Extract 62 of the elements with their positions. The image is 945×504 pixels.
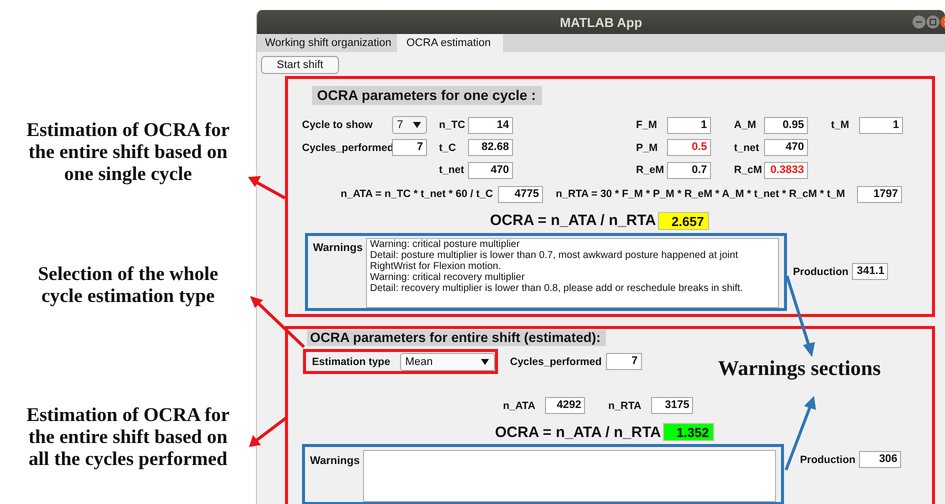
input-field[interactable]: 7 — [606, 353, 642, 370]
minimize-icon[interactable] — [912, 15, 926, 29]
warnings-text-area[interactable] — [363, 450, 776, 502]
field-label: t_net — [439, 164, 466, 176]
tab[interactable]: Working shift organization — [259, 34, 398, 52]
ocra-value: 1.352 — [663, 423, 714, 441]
ocra-value: 2.657 — [658, 212, 709, 230]
input-field[interactable]: 1 — [859, 116, 903, 134]
caret-icon — [413, 122, 421, 128]
field-label: Production — [793, 266, 848, 278]
field-label: t_M — [831, 119, 850, 132]
input-field[interactable]: 0.5 — [667, 139, 711, 156]
cycle-dropdown[interactable]: 7 — [392, 116, 427, 134]
ocra-formula: OCRA = n_ATA / n_RTA — [490, 212, 657, 229]
field-label: t_net — [734, 142, 760, 154]
annotation-caption: Selection of the whole cycle estimation type — [38, 264, 218, 308]
maximize-icon[interactable] — [926, 15, 940, 29]
field-label: A_M — [734, 119, 756, 132]
section-title: OCRA parameters for entire shift (estimated): — [307, 330, 606, 346]
input-field[interactable]: 7 — [392, 139, 427, 156]
input-field[interactable]: 4775 — [498, 186, 543, 202]
input-field[interactable]: 0.3833 — [764, 162, 808, 179]
callout-caption: Warnings sections — [718, 356, 881, 381]
formula-label: n_ATA = n_TC * t_net * 60 / t_C — [340, 188, 493, 200]
estimation-dropdown[interactable]: Mean — [400, 352, 495, 370]
input-field[interactable]: 3175 — [651, 397, 694, 414]
field-label: t_C — [439, 142, 457, 154]
input-field[interactable]: 470 — [764, 139, 808, 156]
warnings-text-area[interactable]: Warning: critical posture multiplier Detail: posture multiplier is lower than 0.7, most awkward posture happened at joint RightWrist for Flexion motion. Warning: critical recovery multiplier Detail: recovery multiplier is lower than 0.8, please add or reschedule breaks in shift. — [366, 238, 779, 308]
ocra-formula: OCRA = n_ATA / n_RTA — [495, 424, 662, 440]
tab[interactable]: OCRA estimation — [397, 34, 503, 52]
formula-label: n_RTA = 30 * F_M * P_M * R_eM * A_M * t_net * R_cM * t_M — [556, 188, 845, 200]
field-label: R_eM — [636, 164, 664, 176]
field-label: R_cM — [734, 164, 762, 176]
input-field[interactable]: 341.1 — [852, 263, 888, 280]
field-label: n_TC — [439, 119, 466, 132]
annotation-caption: Estimation of OCRA for the entire shift based on one single cycle — [26, 120, 230, 186]
field-label: Cycles_performed — [510, 356, 602, 368]
field-label: Production — [800, 454, 856, 466]
warnings-label: Warnings — [313, 242, 364, 254]
input-field[interactable]: 1797 — [857, 186, 902, 202]
field-label: n_RTA — [608, 400, 642, 412]
field-label: Cycle to show — [302, 119, 374, 132]
field-label: Estimation type — [312, 356, 390, 368]
input-field[interactable]: 0.95 — [764, 116, 808, 134]
annotation-caption: Estimation of OCRA for the entire shift based on all the cycles performed — [26, 405, 230, 471]
caret-icon — [481, 358, 489, 364]
input-field[interactable]: 14 — [468, 116, 513, 134]
field-label: Cycles_performed — [302, 142, 395, 154]
section-title: OCRA parameters for one cycle : — [312, 86, 542, 105]
warnings-label: Warnings — [310, 455, 361, 467]
window-title: MATLAB App — [560, 14, 642, 30]
field-label: F_M — [636, 119, 657, 132]
input-field[interactable]: 82.68 — [468, 139, 513, 156]
input-field[interactable]: 4292 — [545, 397, 586, 414]
input-field[interactable]: 1 — [667, 116, 711, 134]
field-label: P_M — [636, 142, 658, 154]
field-label: n_ATA — [503, 400, 536, 412]
input-field[interactable]: 0.7 — [667, 162, 711, 179]
start-shift-button[interactable]: Start shift — [261, 56, 339, 74]
input-field[interactable]: 306 — [859, 451, 902, 468]
input-field[interactable]: 470 — [468, 162, 513, 179]
